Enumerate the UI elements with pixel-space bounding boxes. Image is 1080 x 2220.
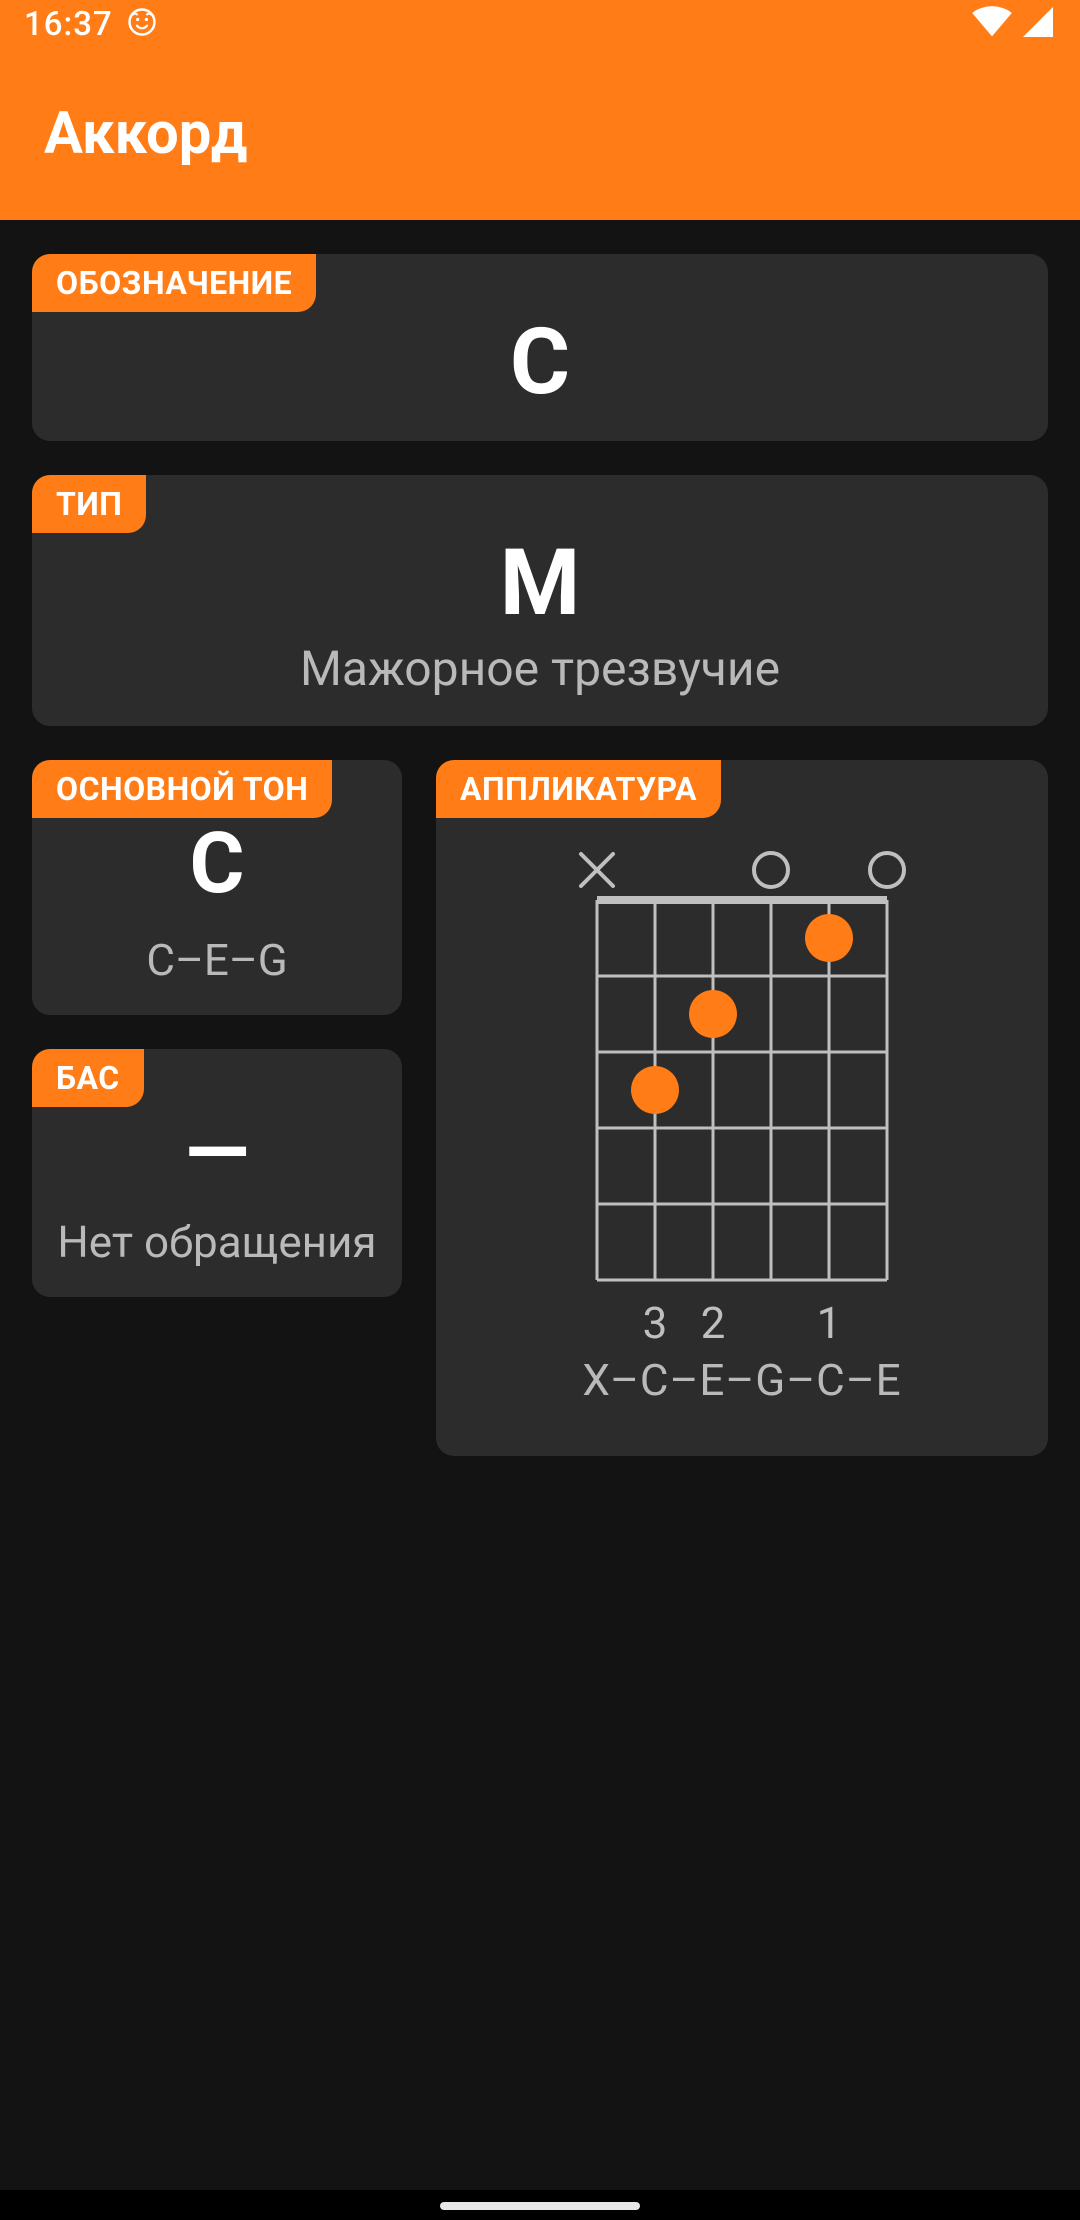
type-sub: Мажорное трезвучие (32, 640, 1048, 698)
card-designation[interactable]: ОБОЗНАЧЕНИЕ C (32, 254, 1048, 441)
fretboard-svg (572, 840, 912, 1300)
root-sub: C–E–G (32, 934, 402, 987)
fretboard: 32 1 X–C–E–G–C–E (436, 840, 1048, 1406)
tag-bass: БАС (32, 1049, 144, 1107)
status-right (970, 4, 1056, 44)
card-root[interactable]: ОСНОВНОЙ ТОН C C–E–G (32, 760, 402, 1015)
signal-icon (1020, 4, 1056, 44)
card-type[interactable]: ТИП M Мажорное трезвучие (32, 475, 1048, 726)
status-left: 16:37 (24, 5, 157, 44)
tag-type: ТИП (32, 475, 146, 533)
svg-text:1: 1 (817, 1300, 842, 1346)
bass-value: — (32, 1107, 402, 1186)
tag-root: ОСНОВНОЙ ТОН (32, 760, 332, 818)
page-title: Аккорд (44, 100, 247, 168)
nav-bar (0, 2190, 1080, 2220)
wifi-icon (970, 4, 1014, 44)
face-icon (127, 7, 157, 41)
bass-sub: Нет обращения (32, 1216, 402, 1269)
svg-text:2: 2 (701, 1300, 726, 1346)
applic-body: 32 1 X–C–E–G–C–E (436, 760, 1048, 1426)
card-bass[interactable]: БАС — Нет обращения (32, 1049, 402, 1297)
tag-applic: АППЛИКАТУРА (436, 760, 721, 818)
card-body: M Мажорное трезвучие (32, 475, 1048, 726)
designation-value: C (32, 312, 1048, 413)
finger-labels: 32 1 (572, 1300, 912, 1346)
app-bar: Аккорд (0, 48, 1080, 220)
nav-handle[interactable] (440, 2202, 640, 2210)
root-value: C (32, 818, 402, 910)
svg-text:3: 3 (643, 1300, 668, 1346)
status-bar: 16:37 (0, 0, 1080, 48)
card-applicature[interactable]: АППЛИКАТУРА 32 1 X–C–E–G–C–E (436, 760, 1048, 1456)
content: ОБОЗНАЧЕНИЕ C ТИП M Мажорное трезвучие О… (0, 220, 1080, 2190)
status-time: 16:37 (24, 5, 113, 44)
col-left: ОСНОВНОЙ ТОН C C–E–G БАС — Нет обращения (32, 760, 402, 1456)
col-right: АППЛИКАТУРА 32 1 X–C–E–G–C–E (436, 760, 1048, 1456)
fret-notes: X–C–E–G–C–E (582, 1354, 901, 1406)
row: ОСНОВНОЙ ТОН C C–E–G БАС — Нет обращения… (32, 760, 1048, 1456)
type-value: M (32, 533, 1048, 634)
tag-designation: ОБОЗНАЧЕНИЕ (32, 254, 316, 312)
